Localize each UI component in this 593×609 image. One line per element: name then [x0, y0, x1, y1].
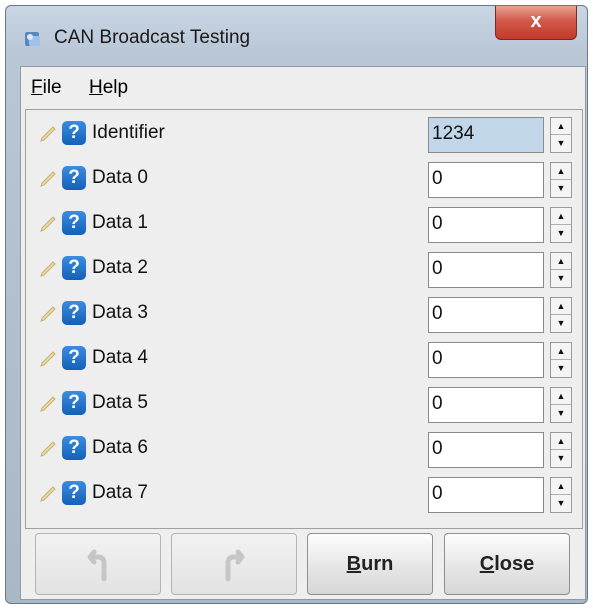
spin-down-arrow-icon[interactable]: ▼: [551, 315, 571, 332]
param-row: ? Data 0 0 ▲ ▼: [26, 159, 582, 199]
param-label: Data 1: [92, 212, 148, 233]
value-spinner[interactable]: ▲ ▼: [550, 387, 572, 423]
param-row: ? Data 6 0 ▲ ▼: [26, 429, 582, 469]
spin-down-arrow-icon[interactable]: ▼: [551, 360, 571, 377]
edit-pencil-icon: [40, 216, 56, 232]
param-row: ? Data 4 0 ▲ ▼: [26, 339, 582, 379]
menu-help-rest: elp: [102, 77, 129, 98]
spin-down-arrow-icon[interactable]: ▼: [551, 495, 571, 512]
close-mnemonic: C: [479, 553, 495, 575]
help-icon[interactable]: ?: [62, 211, 86, 235]
param-label: Data 4: [92, 347, 148, 368]
param-row: ? Data 3 0 ▲ ▼: [26, 294, 582, 334]
spin-up-arrow-icon[interactable]: ▲: [551, 298, 571, 315]
window-frame: CAN Broadcast Testing x File Help ? Iden…: [5, 5, 588, 604]
edit-pencil-icon: [40, 171, 56, 187]
spin-up-arrow-icon[interactable]: ▲: [551, 163, 571, 180]
param-label: Data 0: [92, 167, 148, 188]
edit-pencil-icon: [40, 306, 56, 322]
redo-icon: [225, 549, 245, 582]
spin-down-arrow-icon[interactable]: ▼: [551, 180, 571, 197]
help-icon[interactable]: ?: [62, 436, 86, 460]
param-label: Data 7: [92, 482, 148, 503]
spin-down-arrow-icon[interactable]: ▼: [551, 405, 571, 422]
param-label: Data 2: [92, 257, 148, 278]
spin-down-arrow-icon[interactable]: ▼: [551, 270, 571, 287]
param-value-field[interactable]: 0: [428, 342, 544, 378]
help-icon[interactable]: ?: [62, 346, 86, 370]
param-value-field[interactable]: 0: [428, 432, 544, 468]
title-bar[interactable]: CAN Broadcast Testing x: [6, 6, 587, 62]
spin-up-arrow-icon[interactable]: ▲: [551, 253, 571, 270]
help-icon[interactable]: ?: [62, 121, 86, 145]
value-spinner[interactable]: ▲ ▼: [550, 162, 572, 198]
client-area: File Help ? Identifier 1234 ▲ ▼ ? Data 0…: [20, 66, 586, 600]
menu-file-rest: ile: [42, 77, 62, 98]
burn-button[interactable]: Burn: [307, 533, 433, 595]
param-row: ? Data 7 0 ▲ ▼: [26, 474, 582, 514]
close-button[interactable]: Close: [444, 533, 570, 595]
edit-pencil-icon: [40, 396, 56, 412]
spin-down-arrow-icon[interactable]: ▼: [551, 225, 571, 242]
spin-up-arrow-icon[interactable]: ▲: [551, 388, 571, 405]
close-rest: lose: [494, 553, 535, 575]
window-close-button[interactable]: x: [495, 6, 577, 40]
param-label: Data 5: [92, 392, 148, 413]
parameter-panel: ? Identifier 1234 ▲ ▼ ? Data 0 0 ▲ ▼ ? D…: [25, 109, 583, 529]
help-icon[interactable]: ?: [62, 301, 86, 325]
menu-file[interactable]: File: [31, 77, 62, 99]
redo-button[interactable]: [171, 533, 297, 595]
menu-file-mnemonic: F: [31, 77, 43, 98]
help-icon[interactable]: ?: [62, 391, 86, 415]
window-title: CAN Broadcast Testing: [54, 27, 251, 48]
menu-bar: File Help: [21, 67, 585, 107]
burn-rest: urn: [361, 553, 394, 575]
spin-up-arrow-icon[interactable]: ▲: [551, 343, 571, 360]
spin-down-arrow-icon[interactable]: ▼: [551, 450, 571, 467]
param-row: ? Data 5 0 ▲ ▼: [26, 384, 582, 424]
param-value-field[interactable]: 0: [428, 297, 544, 333]
value-spinner[interactable]: ▲ ▼: [550, 297, 572, 333]
undo-button[interactable]: [35, 533, 161, 595]
help-icon[interactable]: ?: [62, 256, 86, 280]
help-icon[interactable]: ?: [62, 481, 86, 505]
edit-pencil-icon: [40, 486, 56, 502]
value-spinner[interactable]: ▲ ▼: [550, 477, 572, 513]
value-spinner[interactable]: ▲ ▼: [550, 342, 572, 378]
param-label: Data 3: [92, 302, 148, 323]
spin-up-arrow-icon[interactable]: ▲: [551, 478, 571, 495]
param-row: ? Data 2 0 ▲ ▼: [26, 249, 582, 289]
edit-pencil-icon: [40, 441, 56, 457]
param-value-field[interactable]: 1234: [428, 117, 544, 153]
button-bar: Burn Close: [35, 533, 575, 595]
edit-pencil-icon: [40, 351, 56, 367]
help-icon[interactable]: ?: [62, 166, 86, 190]
param-value-field[interactable]: 0: [428, 207, 544, 243]
value-spinner[interactable]: ▲ ▼: [550, 117, 572, 153]
burn-mnemonic: B: [346, 553, 362, 575]
param-label: Data 6: [92, 437, 148, 458]
param-row: ? Data 1 0 ▲ ▼: [26, 204, 582, 244]
spin-up-arrow-icon[interactable]: ▲: [551, 208, 571, 225]
value-spinner[interactable]: ▲ ▼: [550, 252, 572, 288]
param-row: ? Identifier 1234 ▲ ▼: [26, 114, 582, 154]
param-label: Identifier: [92, 122, 165, 143]
close-icon: x: [530, 10, 542, 32]
menu-help[interactable]: Help: [89, 77, 128, 99]
spin-up-arrow-icon[interactable]: ▲: [551, 433, 571, 450]
param-value-field[interactable]: 0: [428, 477, 544, 513]
param-value-field[interactable]: 0: [428, 387, 544, 423]
value-spinner[interactable]: ▲ ▼: [550, 207, 572, 243]
undo-icon: [87, 549, 107, 582]
spin-down-arrow-icon[interactable]: ▼: [551, 135, 571, 152]
param-value-field[interactable]: 0: [428, 252, 544, 288]
edit-pencil-icon: [40, 261, 56, 277]
menu-help-mnemonic: H: [89, 77, 103, 98]
app-icon: [25, 32, 40, 46]
param-value-field[interactable]: 0: [428, 162, 544, 198]
value-spinner[interactable]: ▲ ▼: [550, 432, 572, 468]
edit-pencil-icon: [40, 126, 56, 142]
spin-up-arrow-icon[interactable]: ▲: [551, 118, 571, 135]
